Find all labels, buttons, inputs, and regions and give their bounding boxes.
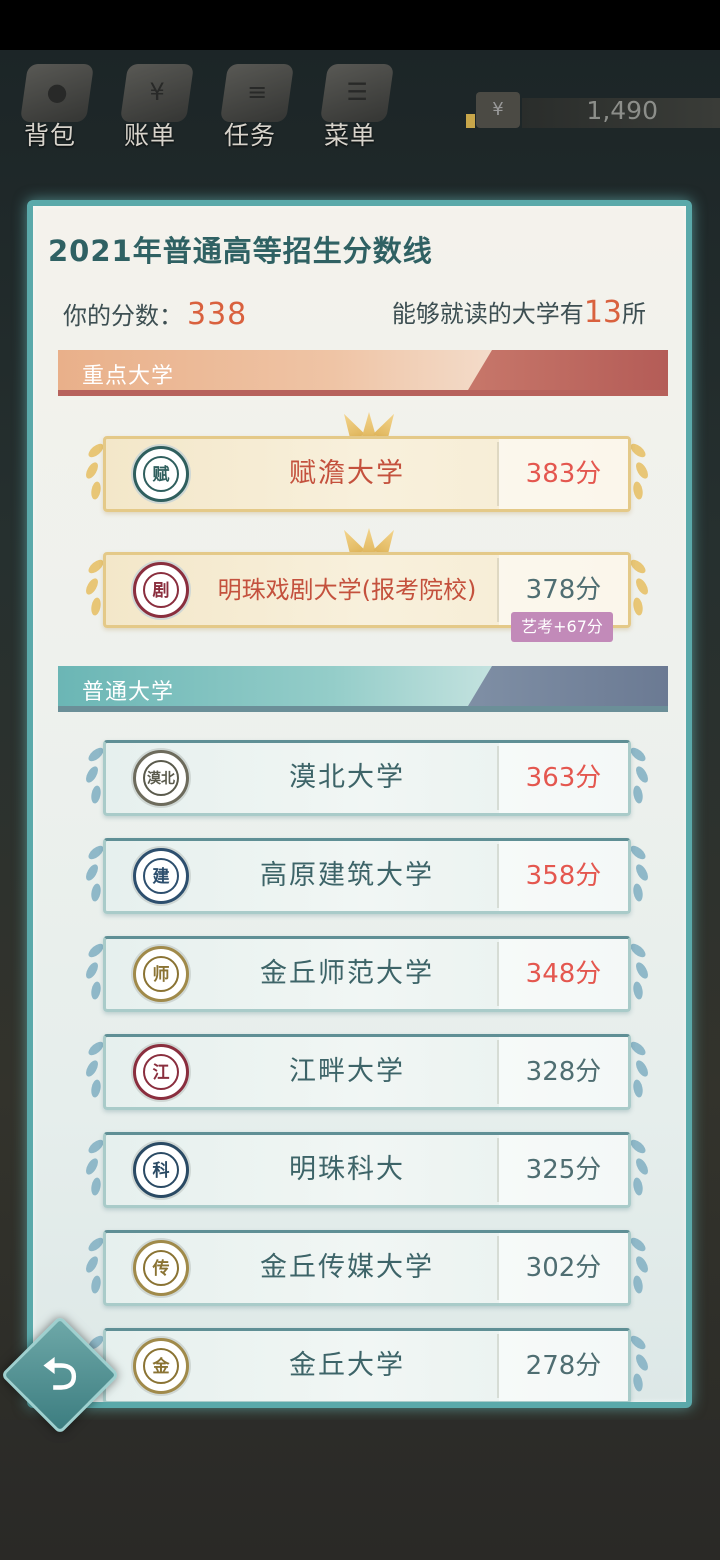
university-name: 金丘大学 <box>289 1350 405 1381</box>
task-icon: ≡ <box>219 64 295 122</box>
art-exam-bonus-badge: 艺考+67分 <box>511 612 613 642</box>
university-score: 328分 <box>525 1057 602 1087</box>
university-row-normal-2[interactable]: 建 高原建筑大学 358分 <box>83 838 651 914</box>
nav-bag-label: 背包 <box>23 121 76 150</box>
university-row-normal-1[interactable]: 漠北 漠北大学 363分 <box>83 740 651 816</box>
university-logo-icon: 赋 <box>133 446 189 502</box>
university-score: 363分 <box>525 763 602 793</box>
menu-icon: ☰ <box>319 64 395 122</box>
university-name: 高原建筑大学 <box>260 860 434 891</box>
university-row-normal-3[interactable]: 师 金丘师范大学 348分 <box>83 936 651 1012</box>
university-row-key-1[interactable]: 赋 赋澹大学 383分 <box>83 436 651 512</box>
bag-icon: ● <box>19 64 95 122</box>
nav-bag-button[interactable]: ● 背包 <box>10 58 100 168</box>
university-row-normal-6[interactable]: 传 金丘传媒大学 302分 <box>83 1230 651 1306</box>
your-score-line: 你的分数： 338 <box>63 296 247 332</box>
university-name: 金丘师范大学 <box>260 958 434 989</box>
university-score: 325分 <box>525 1155 602 1185</box>
university-logo-icon: 师 <box>133 946 189 1002</box>
nav-bill-label: 账单 <box>123 121 176 150</box>
nav-menu-button[interactable]: ☰ 菜单 <box>310 58 400 168</box>
nav-task-label: 任务 <box>223 121 276 150</box>
section-normal-universities: 普通大学 <box>58 666 668 712</box>
university-logo-icon: 剧 <box>133 562 189 618</box>
eligible-count-prefix: 能够就读的大学有 <box>391 300 584 328</box>
university-name: 金丘传媒大学 <box>260 1252 434 1283</box>
university-name: 江畔大学 <box>289 1056 405 1087</box>
university-logo-icon: 科 <box>133 1142 189 1198</box>
page-title: 2021年普通高等招生分数线 <box>48 234 433 268</box>
status-bar <box>0 0 720 50</box>
money-display: ¥ 1,490 <box>466 92 720 134</box>
university-name: 明珠戏剧大学(报考院校) <box>217 576 477 604</box>
university-logo-icon: 江 <box>133 1044 189 1100</box>
university-name: 漠北大学 <box>289 762 405 793</box>
nav-menu-label: 菜单 <box>323 121 376 150</box>
university-score: 348分 <box>525 959 602 989</box>
section-key-label: 重点大学 <box>82 364 175 389</box>
university-score: 358分 <box>525 861 602 891</box>
nav-task-button[interactable]: ≡ 任务 <box>210 58 300 168</box>
your-score-label: 你的分数： <box>63 302 183 330</box>
your-score-value: 338 <box>187 297 248 332</box>
nav-bill-button[interactable]: ¥ 账单 <box>110 58 200 168</box>
university-name: 明珠科大 <box>289 1154 405 1185</box>
admission-score-panel: 2021年普通高等招生分数线 你的分数： 338 能够就读的大学有13所 重点大学… <box>27 200 692 1408</box>
university-logo-icon: 建 <box>133 848 189 904</box>
university-score: 302分 <box>525 1253 602 1283</box>
eligible-count-line: 能够就读的大学有13所 <box>392 294 646 330</box>
back-arrow-icon[interactable]: ⮌ <box>30 1350 90 1400</box>
university-row-normal-4[interactable]: 江 江畔大学 328分 <box>83 1034 651 1110</box>
university-score: 278分 <box>525 1351 602 1381</box>
eligible-count-value: 13 <box>583 295 622 330</box>
section-normal-label: 普通大学 <box>82 680 175 705</box>
yen-icon: ¥ <box>476 92 520 128</box>
university-row-normal-5[interactable]: 科 明珠科大 325分 <box>83 1132 651 1208</box>
bill-icon: ¥ <box>119 64 195 122</box>
university-row-normal-7[interactable]: 金 金丘大学 278分 <box>83 1328 651 1402</box>
university-logo-icon: 漠北 <box>133 750 189 806</box>
university-logo-icon: 传 <box>133 1240 189 1296</box>
money-value: 1,490 <box>586 96 658 125</box>
university-logo-icon: 金 <box>133 1338 189 1394</box>
eligible-count-suffix: 所 <box>622 300 646 328</box>
university-name: 赋澹大学 <box>289 458 405 489</box>
top-toolbar: ● 背包 ¥ 账单 ≡ 任务 ☰ 菜单 ¥ 1,490 <box>0 50 720 170</box>
section-key-universities: 重点大学 <box>58 350 668 396</box>
university-score: 383分 <box>525 459 602 489</box>
